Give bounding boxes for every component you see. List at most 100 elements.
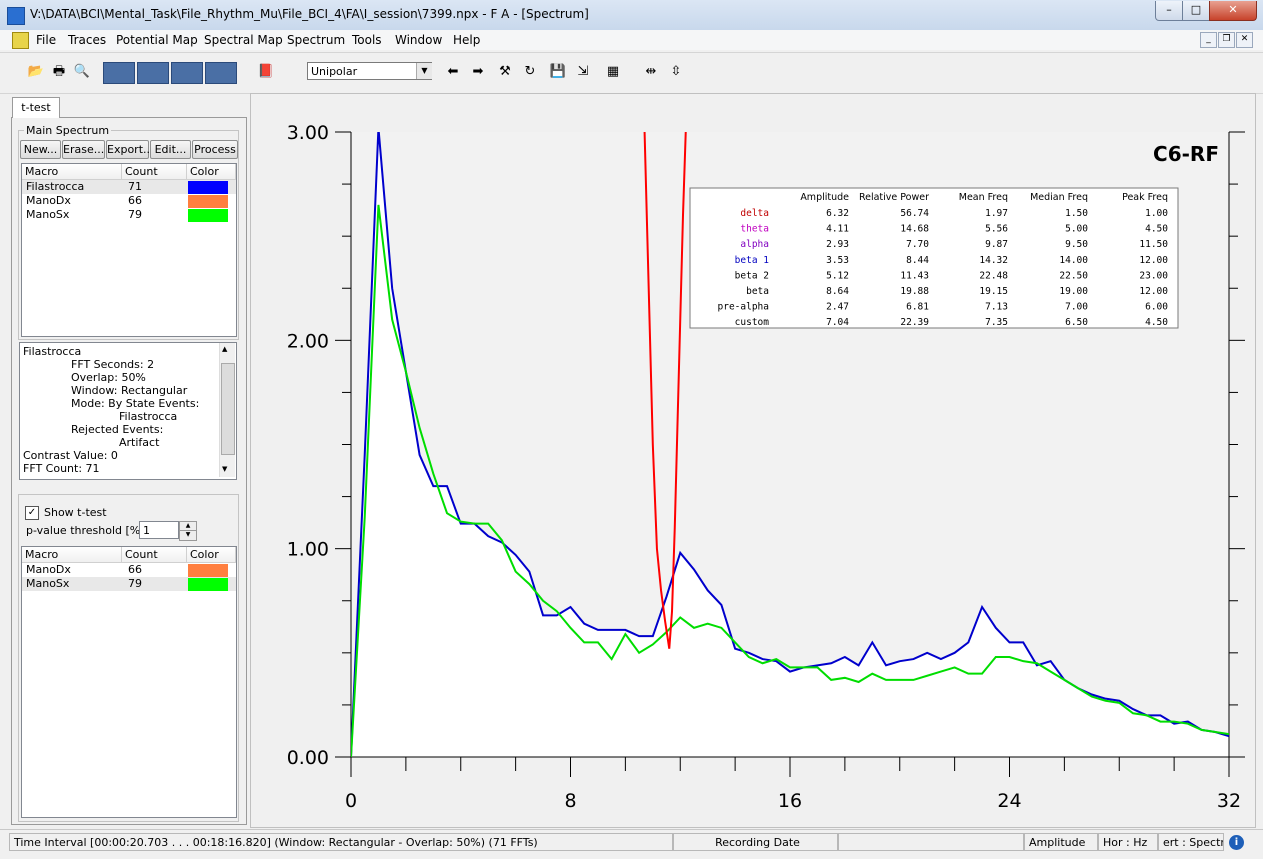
header-macro[interactable]: Macro (22, 164, 122, 179)
color-swatch[interactable] (188, 181, 228, 194)
document-icon[interactable] (12, 32, 29, 49)
y-tick-label: 2.00 (287, 330, 329, 352)
info-line: Filastrocca (23, 345, 81, 358)
back-arrow-icon[interactable]: ⬅ (443, 63, 463, 81)
refresh-icon[interactable]: ↻ (520, 63, 540, 81)
edit-button[interactable]: Edit... (150, 140, 191, 159)
main-spectrum-list[interactable]: Macro Count Color Filastrocca 71 ManoDx … (21, 163, 237, 337)
table-row[interactable]: ManoSx 79 (22, 577, 236, 591)
x-tick-label: 8 (564, 790, 576, 812)
forward-arrow-icon[interactable]: ➡ (468, 63, 488, 81)
menu-spectrum[interactable]: Spectrum (287, 33, 345, 47)
header-count[interactable]: Count (122, 547, 187, 562)
info-scrollbar[interactable]: ▲ ▼ (219, 343, 235, 477)
menu-file[interactable]: File (36, 33, 56, 47)
table-row[interactable]: Filastrocca 71 (22, 180, 236, 194)
spin-down-icon[interactable]: ▼ (179, 530, 197, 541)
scroll-thumb[interactable] (221, 363, 235, 455)
spectrum-info-box[interactable]: Filastrocca FFT Seconds: 2 Overlap: 50% … (19, 342, 237, 480)
band-name: custom (735, 317, 770, 328)
y-tick-label: 0.00 (287, 747, 329, 769)
export-icon[interactable]: ⇲ (573, 63, 593, 81)
color-swatch[interactable] (188, 578, 228, 591)
x-tick-label: 16 (778, 790, 802, 812)
menu-help[interactable]: Help (453, 33, 480, 47)
header-macro[interactable]: Macro (22, 547, 122, 562)
spectral-map-icon[interactable] (171, 62, 203, 84)
table-cell: 9.50 (1065, 239, 1088, 250)
table-cell: 4.50 (1145, 317, 1168, 328)
menu-tools[interactable]: Tools (352, 33, 382, 47)
table-cell: 22.50 (1059, 270, 1088, 281)
maximize-button[interactable]: □ (1182, 1, 1210, 21)
menu-potential-map[interactable]: Potential Map (116, 33, 198, 47)
status-time-interval: Time Interval [00:00:20.703 . . . 00:18:… (9, 833, 673, 851)
scroll-down-icon[interactable]: ▼ (222, 465, 227, 473)
macro-count: 79 (128, 577, 142, 591)
mdi-minimize-icon[interactable]: _ (1200, 32, 1217, 48)
mdi-restore-icon[interactable]: ❐ (1218, 32, 1235, 48)
chevron-down-icon[interactable]: ▼ (416, 63, 432, 79)
mdi-close-icon[interactable]: ✕ (1236, 32, 1253, 48)
export-button[interactable]: Export... (106, 140, 149, 159)
book-icon[interactable]: 📕 (256, 63, 276, 81)
show-t-test-checkbox[interactable]: ✓ (25, 506, 39, 520)
header-color[interactable]: Color (187, 547, 236, 562)
table-cell: 4.50 (1145, 224, 1168, 235)
spectrum-chart[interactable]: 0.001.002.003.0008162432C6-RFAmplitudeRe… (250, 93, 1254, 826)
open-icon[interactable]: 📂 (26, 63, 46, 81)
zoom-x-icon[interactable]: ⇹ (641, 63, 661, 81)
erase-button[interactable]: Erase... (62, 140, 105, 159)
minimize-button[interactable]: – (1155, 1, 1183, 21)
print-icon[interactable]: 🖶 (49, 63, 69, 81)
table-cell: 22.39 (900, 317, 929, 328)
x-tick-label: 0 (345, 790, 357, 812)
zoom-y-icon[interactable]: ⇳ (666, 63, 686, 81)
list-header: Macro Count Color (22, 164, 236, 180)
potential-map-icon[interactable] (137, 62, 169, 84)
table-row[interactable]: ManoDx 66 (22, 194, 236, 208)
scroll-up-icon[interactable]: ▲ (222, 345, 227, 353)
band-name: pre-alpha (718, 302, 769, 313)
table-cell: 1.00 (1145, 208, 1168, 219)
table-cell: 2.93 (826, 239, 849, 250)
band-name: alpha (740, 239, 769, 250)
table-cell: 5.12 (826, 270, 849, 281)
macro-name: ManoSx (26, 577, 69, 591)
color-swatch[interactable] (188, 564, 228, 577)
table-cell: 11.43 (900, 270, 929, 281)
save-icon[interactable]: 💾 (548, 63, 568, 81)
tab-t-test[interactable]: t-test (12, 97, 60, 118)
menu-traces[interactable]: Traces (68, 33, 106, 47)
menu-window[interactable]: Window (395, 33, 442, 47)
color-swatch[interactable] (188, 195, 228, 208)
macro-name: ManoDx (26, 194, 71, 208)
info-line: Filastrocca (119, 410, 177, 423)
tools-icon[interactable]: ⚒ (495, 63, 515, 81)
table-cell: 5.56 (985, 224, 1008, 235)
table-cell: 7.13 (985, 302, 1008, 313)
new-button[interactable]: New... (20, 140, 61, 159)
grid-icon[interactable]: ▦ (603, 63, 623, 81)
color-swatch[interactable] (188, 209, 228, 222)
spectrum-view-icon[interactable] (205, 62, 237, 84)
table-row[interactable]: ManoDx 66 (22, 563, 236, 577)
main-spectrum-title: Main Spectrum (24, 124, 111, 137)
preview-icon[interactable]: 🔍 (72, 63, 92, 81)
chart-title: C6-RF (1153, 142, 1219, 166)
header-color[interactable]: Color (187, 164, 236, 179)
process-button[interactable]: Process (192, 140, 238, 159)
menu-spectral-map[interactable]: Spectral Map (204, 33, 283, 47)
montage-select[interactable]: Unipolar (307, 62, 432, 80)
threshold-input[interactable]: 1 (139, 521, 179, 539)
info-line: Contrast Value: 0 (23, 449, 118, 462)
header-count[interactable]: Count (122, 164, 187, 179)
t-test-list[interactable]: Macro Count Color ManoDx 66 ManoSx 79 (21, 546, 237, 818)
table-header: Amplitude (800, 192, 849, 203)
table-row[interactable]: ManoSx 79 (22, 208, 236, 222)
info-icon[interactable]: i (1229, 835, 1244, 850)
info-line: Overlap: 50% (71, 371, 146, 384)
close-button[interactable]: ✕ (1209, 1, 1257, 21)
main-spectrum-buttons: New... Erase... Export... Edit... Proces… (20, 140, 239, 160)
traces-view-icon[interactable] (103, 62, 135, 84)
